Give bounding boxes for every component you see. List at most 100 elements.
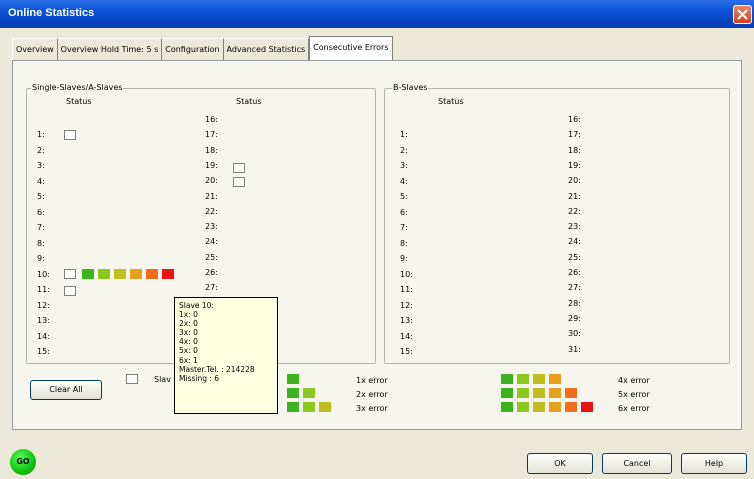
slave-row-label: 6: [37, 207, 45, 217]
slave-row-label: 8: [400, 238, 408, 248]
error-color-box [114, 269, 126, 279]
tooltip-line: 4x: 0 [179, 337, 198, 347]
b-slaves-group-title: B-Slaves [392, 83, 429, 92]
slave-row-label: 18: [205, 145, 218, 155]
status-box-slave-10[interactable] [64, 269, 76, 279]
error-color-box [517, 374, 529, 384]
legend-6x-error: 6x error [618, 404, 650, 413]
slave-row-label: 19: [568, 160, 581, 170]
close-icon [737, 9, 748, 20]
slave-row-label: 1: [400, 130, 408, 139]
error-color-box [98, 269, 110, 279]
status-box-slave-11[interactable] [64, 286, 76, 296]
slave-row-label: 24: [205, 237, 218, 247]
tab-overview-hold-time[interactable]: Overview Hold Time: 5 s [57, 38, 163, 60]
go-status-icon: GO [10, 449, 36, 475]
legend-1x-error: 1x error [356, 376, 388, 385]
tooltip-line: Master.Tel. : 214228 [179, 364, 255, 374]
slave-row-label: 21: [568, 191, 581, 201]
close-button[interactable] [733, 5, 752, 24]
slave-row-label: 2: [400, 145, 408, 155]
legend-5x-error: 5x error [618, 390, 650, 399]
slave-row-label: 9: [37, 254, 45, 263]
slave-row-label: 7: [400, 223, 408, 232]
slave-row-label: 17: [568, 130, 581, 140]
slave-row-label: 11: [37, 285, 50, 294]
slave-row-label: 28: [568, 298, 581, 308]
slave-row-label: 26: [205, 268, 218, 277]
slave-row-label: 14: [37, 331, 50, 341]
ok-button[interactable]: OK [527, 453, 593, 474]
slave-row-label: 5: [37, 192, 45, 201]
slave-tooltip: Slave 10: 1x: 0 2x: 0 3x: 0 4x: 0 5x: 0 … [174, 297, 278, 414]
slave-row-label: 23: [568, 222, 581, 232]
status-box-slave-20[interactable] [233, 177, 245, 187]
slave-row-label: 16: [205, 115, 218, 124]
clear-all-button[interactable]: Clear All [30, 380, 102, 400]
slave-row-label: 6: [400, 207, 408, 217]
error-color-box [517, 402, 529, 412]
error-color-box [303, 402, 315, 412]
tooltip-line: 6x: 1 [179, 355, 198, 365]
tab-consecutive-errors[interactable]: Consecutive Errors [309, 36, 393, 60]
slave-row-label: 15: [400, 347, 413, 356]
slave-row-label: 13: [400, 316, 413, 325]
error-color-box [565, 388, 577, 398]
tooltip-line: 1x: 0 [179, 310, 198, 320]
tab-overview[interactable]: Overview [12, 38, 58, 60]
slave-row-label: 3: [400, 161, 408, 170]
error-color-box [501, 388, 513, 398]
slave-row-label: 20: [205, 176, 218, 186]
slave-row-label: 25: [568, 252, 581, 262]
error-color-box [549, 374, 561, 384]
status-header-left-2: Status [236, 97, 262, 106]
slave-row-label: 2: [37, 145, 45, 155]
slave-row-label: 19: [205, 160, 218, 170]
slave-row-label: 14: [400, 331, 413, 341]
error-color-box [517, 388, 529, 398]
slave-row-label: 17: [205, 130, 218, 140]
help-button[interactable]: Help [681, 453, 747, 474]
slave-row-label: 22: [205, 206, 218, 216]
title-bar [0, 0, 754, 28]
tab-strip: Overview Overview Hold Time: 5 s Configu… [12, 36, 393, 60]
window-title: Online Statistics [8, 7, 95, 19]
error-color-box [303, 388, 315, 398]
status-header-right: Status [438, 97, 464, 106]
slave-row-label: 12: [400, 300, 413, 310]
slave-row-label: 4: [400, 176, 408, 186]
slave-row-label: 10: [37, 269, 50, 279]
status-header-left-1: Status [66, 97, 92, 106]
tooltip-line: 3x: 0 [179, 328, 198, 338]
error-color-box [501, 402, 513, 412]
tooltip-line: 5x: 0 [179, 346, 198, 356]
slave-row-label: 23: [205, 222, 218, 232]
slave-row-label: 27: [205, 283, 218, 293]
status-box-slave-1[interactable] [64, 130, 76, 140]
legend-3x-error: 3x error [356, 404, 388, 413]
error-color-box [287, 402, 299, 412]
legend-slave-label: Slav [154, 375, 171, 384]
tab-configuration[interactable]: Configuration [162, 38, 224, 60]
slave-row-label: 8: [37, 238, 45, 248]
slave-row-label: 3: [37, 161, 45, 170]
slave-row-label: 1: [37, 130, 45, 139]
error-color-box [533, 388, 545, 398]
slave-row-label: 20: [568, 176, 581, 186]
legend-4x-error: 4x error [618, 376, 650, 385]
slave-row-label: 15: [37, 347, 50, 356]
error-color-box [549, 402, 561, 412]
error-color-box [533, 402, 545, 412]
status-box-slave-19[interactable] [233, 163, 245, 173]
tooltip-line: 2x: 0 [179, 319, 198, 329]
error-color-box [549, 388, 561, 398]
slave-row-label: 29: [568, 313, 581, 323]
slave-row-label: 7: [37, 223, 45, 232]
tab-advanced-statistics[interactable]: Advanced Statistics [223, 38, 310, 60]
slave-row-label: 25: [205, 252, 218, 262]
error-color-box [501, 374, 513, 384]
cancel-button[interactable]: Cancel [602, 453, 672, 474]
error-color-box [162, 269, 174, 279]
error-color-box [287, 374, 299, 384]
single-slaves-group-title: Single-Slaves/A-Slaves [31, 83, 124, 92]
